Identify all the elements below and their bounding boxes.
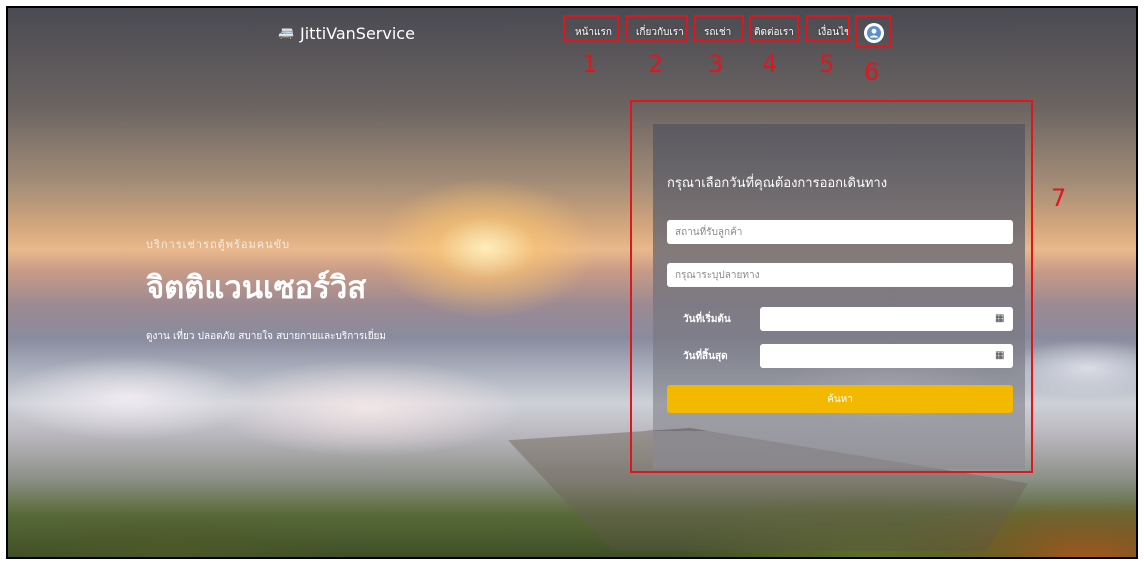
hero-description: ดูงาน เที่ยว ปลอดภัย สบายใจ สบายกายและบร…: [146, 331, 387, 342]
annotation-box-7: [630, 100, 1033, 473]
annotation-number-2: 2: [648, 50, 664, 78]
site-logo[interactable]: 🚐 JittiVanService: [278, 24, 415, 43]
annotation-box-5: [806, 15, 850, 42]
hero-subtitle: บริการเช่ารถตู้พร้อมคนขับ: [146, 238, 291, 251]
van-logo-icon: 🚐: [278, 25, 295, 41]
hero-title: จิตติแวนเซอร์วิส: [146, 270, 367, 306]
annotation-number-1: 1: [582, 50, 598, 78]
annotation-box-3: [694, 15, 744, 42]
annotation-number-7: 7: [1051, 184, 1067, 212]
annotation-box-6: [855, 15, 891, 48]
annotation-box-2: [626, 15, 688, 42]
annotation-number-4: 4: [762, 50, 778, 78]
annotation-box-4: [749, 15, 799, 42]
annotation-number-3: 3: [708, 50, 724, 78]
annotation-box-1: [563, 15, 619, 42]
logo-text: JittiVanService: [300, 24, 415, 43]
annotation-number-6: 6: [864, 58, 880, 86]
annotation-number-5: 5: [819, 50, 835, 78]
